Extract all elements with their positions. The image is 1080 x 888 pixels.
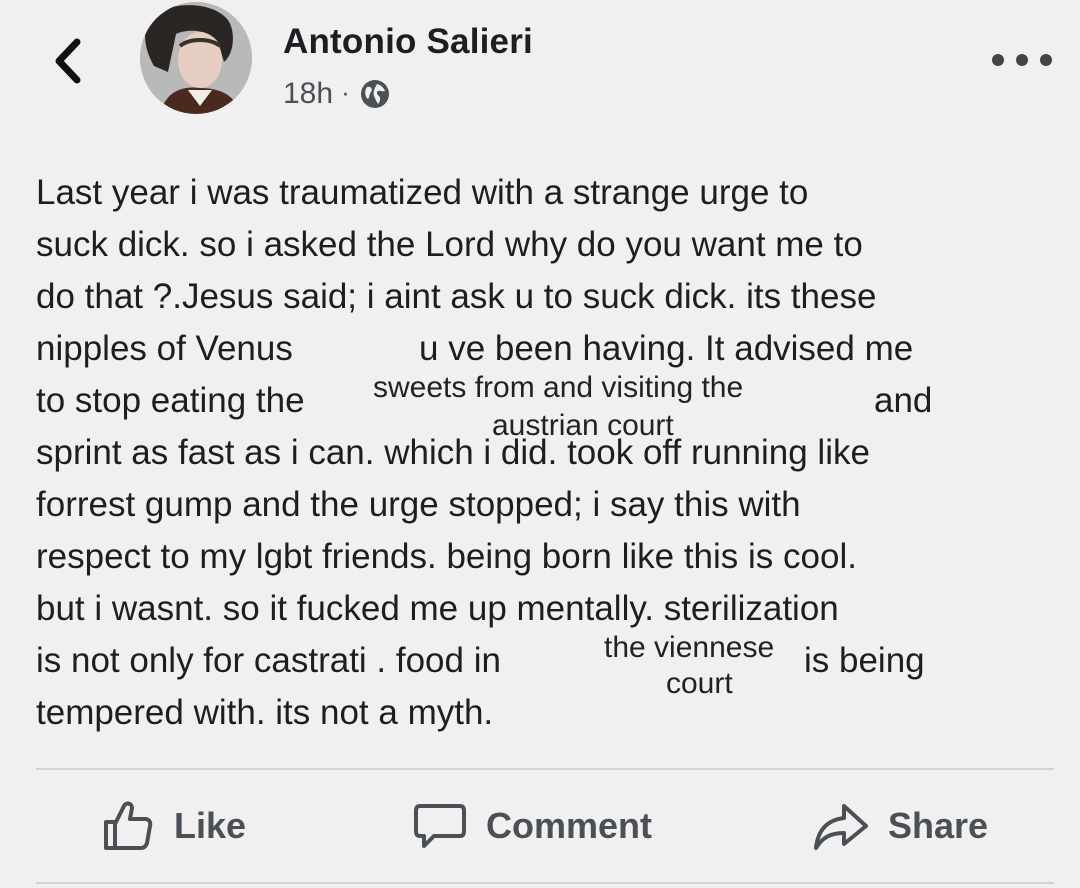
inset-caption: austrian court [492,409,674,442]
author-name[interactable]: Antonio Salieri [283,22,533,62]
like-label: Like [174,805,247,846]
more-dot [1040,54,1052,66]
like-button[interactable]: Like [100,796,246,856]
more-options-button[interactable] [992,48,1052,72]
avatar[interactable] [140,2,252,114]
post-line: suck dick. so i asked the Lord why do yo… [36,225,863,264]
post-line: tempered with. its not a myth. [36,693,494,732]
comment-button[interactable]: Comment [412,796,652,856]
share-button[interactable]: Share [812,796,988,856]
inset-caption: the viennese [604,631,775,664]
post-line: is not only for castrati . food in [36,641,501,680]
thumbs-up-icon [104,801,153,850]
share-arrow-icon [814,804,868,850]
meta-separator: · [341,76,350,107]
post-line: and [874,381,933,420]
chevron-left-icon [55,38,81,84]
post-line: Last year i was traumatized with a stran… [36,173,809,212]
post-line: is being [804,641,925,680]
comment-label: Comment [486,805,653,846]
inset-caption: court [666,667,733,700]
timestamp[interactable]: 18h [283,77,333,111]
post-line: to stop eating the [36,381,305,420]
actions-divider-bottom [36,882,1054,884]
post-line: sprint as fast as i can. which i did. to… [36,433,870,472]
more-dot [992,54,1004,66]
inset-caption: sweets from and visiting the [373,371,744,404]
back-button[interactable] [46,36,90,86]
post-line: u ve been having. It advised me [419,329,914,368]
speech-bubble-icon [414,804,466,848]
post-line: forrest gump and the urge stopped; i say… [36,485,801,524]
post-line: but i wasnt. so it fucked me up mentally… [36,589,839,628]
more-dot [1016,54,1028,66]
share-label: Share [888,805,989,846]
post-meta: 18h · [283,74,392,114]
post-line: do that ?.Jesus said; i aint ask u to su… [36,277,877,316]
globe-icon [360,80,389,108]
post-header: Antonio Salieri 18h · [0,0,1080,130]
post-line: nipples of Venus [36,329,293,368]
post-line: respect to my lgbt friends. being born l… [36,537,857,576]
post-actions-bar: Like Comment Share [0,770,1080,882]
avatar-portrait [140,2,252,114]
